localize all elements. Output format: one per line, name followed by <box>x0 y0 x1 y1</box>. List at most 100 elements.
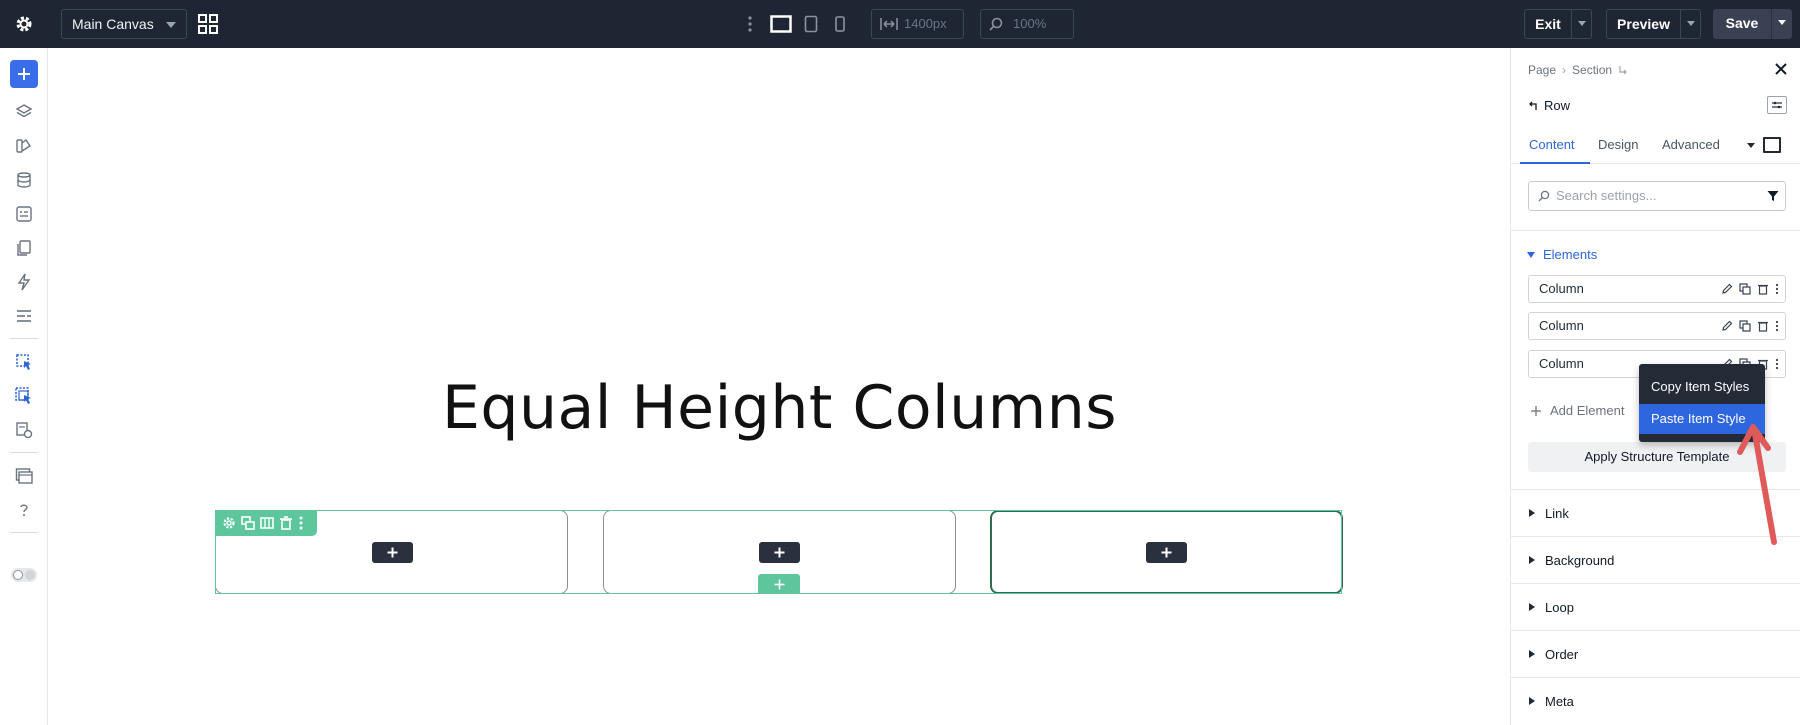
add-to-column-2-button[interactable] <box>759 542 800 563</box>
zoom-value: 100% <box>1013 16 1047 31</box>
canvas-select-value: Main Canvas <box>72 16 154 32</box>
close-icon[interactable] <box>1774 62 1788 76</box>
caret-right-icon <box>1529 509 1535 517</box>
search-placeholder: Search settings... <box>1556 188 1657 203</box>
page-heading[interactable]: Equal Height Columns <box>49 373 1510 443</box>
save-dropdown-button[interactable] <box>1771 9 1792 39</box>
elements-section-label: Elements <box>1543 247 1598 262</box>
filter-icon[interactable] <box>1767 190 1779 202</box>
save-button[interactable]: Save <box>1713 9 1771 39</box>
panel-tabs: Content Design Advanced <box>1511 126 1800 164</box>
select-multiple-icon[interactable] <box>14 386 34 406</box>
element-item-label: Column <box>1539 281 1584 296</box>
plus-icon <box>18 68 30 80</box>
paste-item-style-menu-item[interactable]: Paste Item Style <box>1639 404 1765 434</box>
canvas-width-field[interactable]: 1400px <box>871 9 964 39</box>
chevron-down-icon <box>1778 20 1786 25</box>
caret-right-icon <box>1529 697 1535 705</box>
elements-section-header[interactable]: Elements <box>1527 247 1597 262</box>
sliders-icon[interactable] <box>1767 96 1787 114</box>
database-icon[interactable] <box>14 170 34 190</box>
desktop-view-icon[interactable] <box>770 13 792 35</box>
group-order[interactable]: Order <box>1511 630 1800 677</box>
exit-button[interactable]: Exit <box>1524 9 1572 39</box>
columns-icon[interactable] <box>260 516 274 530</box>
trash-icon[interactable] <box>1757 283 1769 295</box>
duplicate-icon[interactable] <box>1739 320 1751 332</box>
pages-icon[interactable] <box>14 238 34 258</box>
sidebar-divider <box>10 452 38 453</box>
builder-canvas[interactable]: Equal Height Columns <box>49 48 1510 725</box>
select-element-icon[interactable] <box>14 352 34 372</box>
help-icon[interactable] <box>14 500 34 520</box>
more-vertical-icon[interactable] <box>1775 283 1779 295</box>
chevron-down-icon <box>166 22 176 28</box>
settings-search-area: Search settings... <box>1511 164 1800 231</box>
apply-structure-template-button[interactable]: Apply Structure Template <box>1528 442 1786 472</box>
tab-content[interactable]: Content <box>1529 137 1575 152</box>
gear-icon[interactable] <box>222 516 236 530</box>
sidebar-divider <box>10 532 38 533</box>
more-vertical-icon[interactable] <box>1775 358 1779 370</box>
add-element-button[interactable] <box>10 60 38 88</box>
styles-icon[interactable] <box>14 136 34 156</box>
add-after-row-button[interactable] <box>758 574 800 594</box>
lightning-icon[interactable] <box>14 272 34 292</box>
more-vertical-icon[interactable] <box>1775 320 1779 332</box>
tab-advanced[interactable]: Advanced <box>1662 137 1720 152</box>
caret-down-icon <box>1527 251 1535 258</box>
return-arrow-icon <box>1619 66 1627 75</box>
preview-button[interactable]: Preview <box>1606 9 1681 39</box>
trash-icon[interactable] <box>279 516 293 530</box>
tab-design[interactable]: Design <box>1598 137 1638 152</box>
sun-icon <box>13 570 23 580</box>
element-item-column-2[interactable]: Column <box>1528 312 1786 340</box>
trash-icon[interactable] <box>1757 320 1769 332</box>
caret-right-icon <box>1529 603 1535 611</box>
add-to-column-3-button[interactable] <box>1146 542 1187 563</box>
more-vertical-icon[interactable] <box>747 14 753 34</box>
gear-icon[interactable] <box>12 12 36 36</box>
group-loop[interactable]: Loop <box>1511 583 1800 630</box>
form-icon[interactable] <box>14 204 34 224</box>
group-label: Order <box>1545 647 1579 662</box>
plus-icon <box>387 547 398 558</box>
chevron-down-icon[interactable] <box>1747 143 1755 148</box>
tablet-view-icon[interactable] <box>802 13 820 35</box>
add-to-column-1-button[interactable] <box>372 542 413 563</box>
duplicate-icon[interactable] <box>241 516 255 530</box>
theme-toggle[interactable] <box>11 568 37 582</box>
edit-icon[interactable] <box>1721 283 1733 295</box>
add-element-link[interactable]: Add Element <box>1530 403 1624 418</box>
group-link[interactable]: Link <box>1511 489 1800 536</box>
layers-icon[interactable] <box>14 102 34 122</box>
breadcrumb-page[interactable]: Page <box>1528 63 1556 77</box>
breadcrumb-section[interactable]: Section <box>1572 63 1612 77</box>
exit-dropdown-button[interactable] <box>1572 9 1592 39</box>
copy-item-styles-menu-item[interactable]: Copy Item Styles <box>1639 372 1765 402</box>
structure-icon[interactable] <box>14 306 34 326</box>
settings-search-input[interactable]: Search settings... <box>1528 181 1786 211</box>
edit-icon[interactable] <box>1721 320 1733 332</box>
canvas-select[interactable]: Main Canvas <box>61 9 187 39</box>
element-item-label: Column <box>1539 356 1584 371</box>
plus-icon <box>774 579 784 589</box>
moon-icon <box>25 570 35 580</box>
group-meta[interactable]: Meta <box>1511 677 1800 724</box>
zoom-field[interactable]: 100% <box>980 9 1074 39</box>
grid-layout-icon[interactable] <box>197 13 219 35</box>
group-background[interactable]: Background <box>1511 536 1800 583</box>
element-title: Row <box>1528 98 1570 113</box>
phone-view-icon[interactable] <box>832 13 848 35</box>
group-label: Meta <box>1545 694 1574 709</box>
windows-icon[interactable] <box>14 466 34 486</box>
preview-dropdown-button[interactable] <box>1681 9 1701 39</box>
item-context-menu: Copy Item Styles Paste Item Style <box>1639 364 1765 442</box>
more-vertical-icon[interactable] <box>298 516 304 530</box>
caret-right-icon <box>1529 650 1535 658</box>
square-icon[interactable] <box>1763 137 1781 153</box>
template-settings-icon[interactable] <box>14 420 34 440</box>
duplicate-icon[interactable] <box>1739 283 1751 295</box>
parent-arrow-icon[interactable] <box>1528 101 1538 111</box>
element-item-column-1[interactable]: Column <box>1528 275 1786 303</box>
